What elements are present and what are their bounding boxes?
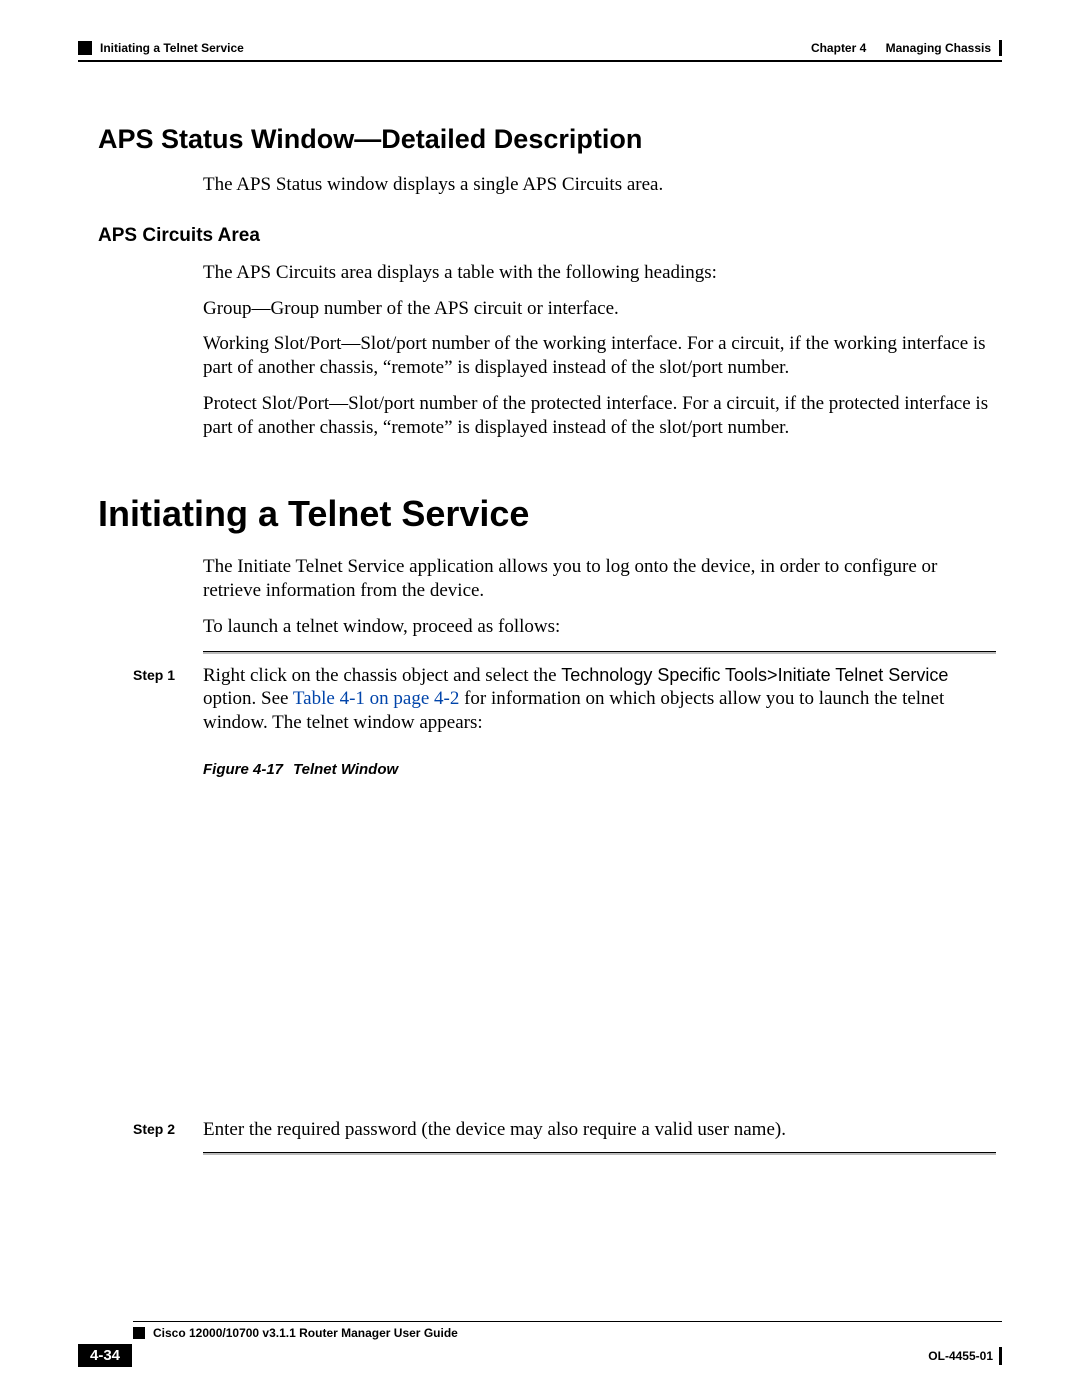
procedure-rule: [203, 651, 996, 654]
header-section-title: Initiating a Telnet Service: [100, 41, 244, 55]
paragraph: The APS Circuits area displays a table w…: [203, 261, 996, 285]
procedure-step: Step 2 Enter the required password (the …: [133, 1118, 996, 1142]
header-right: Chapter 4 Managing Chassis: [811, 40, 1002, 56]
paragraph: The APS Status window displays a single …: [203, 173, 996, 197]
procedure-rule: [203, 1152, 996, 1155]
footer-marker-icon: [133, 1327, 145, 1339]
figure-caption: Figure 4-17 Telnet Window: [203, 761, 1002, 778]
footer-doc-id: OL-4455-01: [928, 1347, 1002, 1365]
header-marker-icon: [78, 41, 92, 55]
paragraph: Working Slot/Port—Slot/port number of th…: [203, 332, 996, 380]
running-header: Initiating a Telnet Service Chapter 4 Ma…: [78, 40, 1002, 56]
procedure-step: Step 1 Right click on the chassis object…: [133, 664, 996, 735]
header-rule: [78, 60, 1002, 62]
step-text: Right click on the chassis object and se…: [203, 665, 561, 686]
paragraph: To launch a telnet window, proceed as fo…: [203, 615, 996, 639]
figure-telnet-window: [203, 788, 996, 1118]
footer-vbar-icon: [999, 1347, 1002, 1365]
cross-reference-link[interactable]: Table 4-1 on page 4-2: [293, 688, 459, 709]
figure-title: Telnet Window: [293, 761, 398, 778]
footer-guide-title: Cisco 12000/10700 v3.1.1 Router Manager …: [153, 1326, 458, 1340]
heading-initiating-telnet: Initiating a Telnet Service: [98, 493, 1002, 535]
figure-number: Figure 4-17: [203, 761, 283, 778]
step-body: Right click on the chassis object and se…: [203, 664, 996, 735]
header-left: Initiating a Telnet Service: [78, 41, 244, 55]
heading-aps-status-window: APS Status Window—Detailed Description: [98, 124, 1002, 155]
page-number: 4-34: [78, 1344, 132, 1367]
footer-rule: [133, 1321, 1002, 1322]
page-footer: Cisco 12000/10700 v3.1.1 Router Manager …: [0, 1321, 1080, 1367]
step-body: Enter the required password (the device …: [203, 1118, 996, 1142]
step-label: Step 1: [133, 664, 185, 735]
heading-aps-circuits-area: APS Circuits Area: [98, 225, 1002, 247]
step-label: Step 2: [133, 1118, 185, 1142]
doc-id-text: OL-4455-01: [928, 1349, 993, 1363]
header-chapter-label: Chapter 4: [811, 41, 866, 55]
paragraph: Group—Group number of the APS circuit or…: [203, 297, 996, 321]
header-vbar-icon: [999, 40, 1002, 56]
paragraph: The Initiate Telnet Service application …: [203, 555, 996, 603]
menu-path: Technology Specific Tools>Initiate Telne…: [561, 665, 948, 685]
step-text: option. See: [203, 688, 293, 709]
header-chapter-title: Managing Chassis: [886, 41, 991, 55]
paragraph: Protect Slot/Port—Slot/port number of th…: [203, 392, 996, 440]
